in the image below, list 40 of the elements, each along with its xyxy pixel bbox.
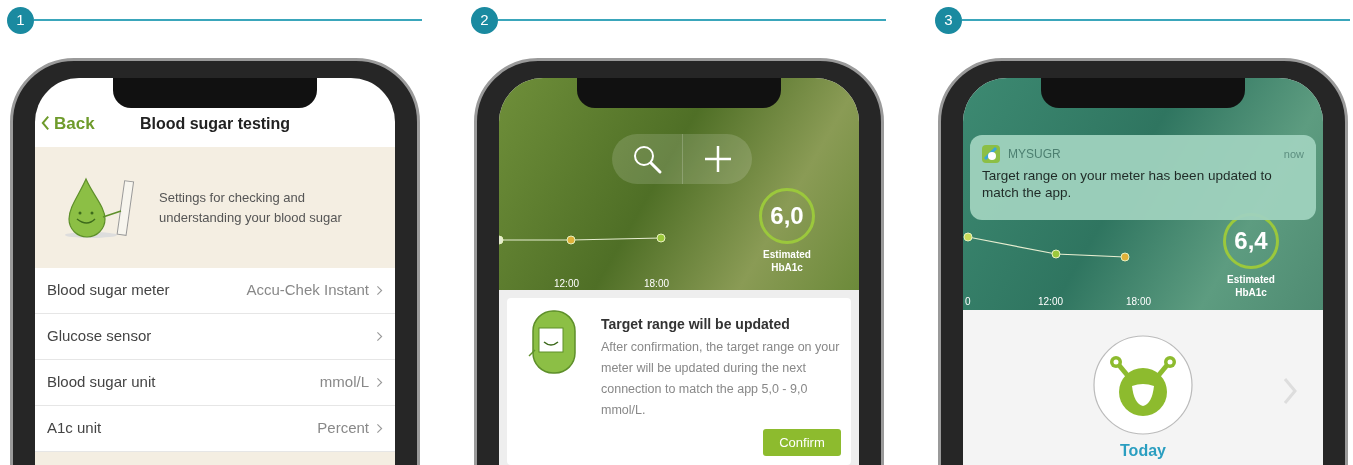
data-point (1051, 249, 1061, 259)
row-value: Percent (317, 418, 369, 439)
time-label: 12:00 (1038, 295, 1064, 309)
step-number: 1 (7, 6, 34, 34)
card-title: Target range will be updated (601, 315, 791, 334)
step-number: 2 (471, 6, 498, 34)
row-label: A1c unit (47, 418, 102, 439)
data-point (566, 235, 576, 245)
meter-mascot-drawing (527, 310, 579, 376)
app-name: MYSUGR (1008, 146, 1061, 163)
time-label: 18:00 (1126, 295, 1152, 309)
notification-time: now (1283, 146, 1304, 162)
time-label: 18:00 (644, 277, 670, 291)
data-point (499, 235, 504, 245)
chevron-right-icon (376, 330, 383, 343)
banner-text: Settings for checking and understanding your blood sugar (159, 188, 343, 227)
step-number: 3 (935, 6, 962, 34)
time-label: 0 (965, 295, 971, 309)
row-value: mmol/L (319, 372, 369, 393)
app-icon (982, 145, 1000, 163)
hba1c-label: Estimated HbA1c (762, 248, 812, 274)
hba1c-label: Estimated HbA1c (1226, 273, 1276, 299)
data-point (963, 232, 973, 242)
chevron-right-icon (376, 422, 383, 435)
chevron-right-icon (376, 284, 383, 297)
time-label: 12:00 (554, 277, 580, 291)
row-label: Glucose sensor (47, 326, 152, 347)
search-icon (631, 143, 663, 175)
back-chevron-icon (41, 115, 50, 132)
row-value: Accu-Chek Instant (246, 280, 369, 301)
hba1c-value: 6,0 (759, 188, 815, 244)
notification-message: Target range on your meter has been updated to match the app. (982, 167, 1273, 201)
data-point (1120, 252, 1130, 262)
screen-title: Blood sugar testing (138, 114, 292, 134)
row-label: Blood sugar unit (47, 372, 156, 393)
card-message: After confirmation, the target range on your meter will be updated during the next connection to match the app 5,0 - 9,0 mmol/L. (601, 339, 841, 419)
row-label: Blood sugar meter (47, 280, 170, 301)
data-point (656, 233, 666, 243)
plus-icon (703, 145, 732, 173)
chevron-right-icon (376, 376, 383, 389)
